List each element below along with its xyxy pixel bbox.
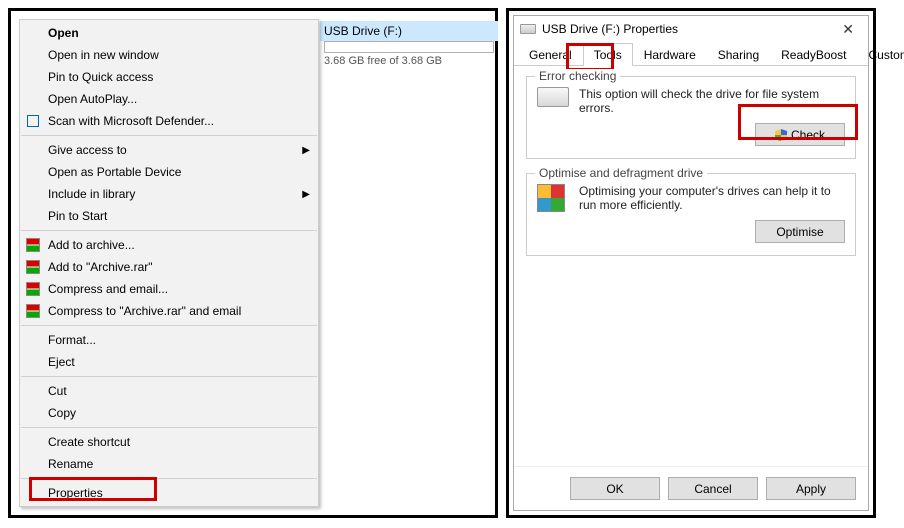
- context-menu-item-label: Rename: [48, 457, 93, 471]
- context-menu-item-label: Include in library: [48, 187, 135, 201]
- context-menu-item-label: Compress to "Archive.rar" and email: [48, 304, 241, 318]
- context-menu-item[interactable]: Format...: [20, 329, 318, 351]
- context-menu-separator: [21, 478, 317, 479]
- check-button-label: Check: [791, 128, 825, 142]
- context-menu-item[interactable]: Create shortcut: [20, 431, 318, 453]
- context-menu-item[interactable]: Give access to ▶: [20, 139, 318, 161]
- drive-icon: [520, 24, 536, 34]
- error-checking-group: Error checking This option will check th…: [526, 76, 856, 159]
- drive-capacity-bar: [324, 41, 494, 53]
- drive-label: USB Drive (F:): [324, 24, 402, 38]
- context-menu-item[interactable]: Open: [20, 22, 318, 44]
- context-menu: Open Open in new window Pin to Quick acces…: [19, 19, 319, 507]
- context-menu-item-label: Open AutoPlay...: [48, 92, 137, 106]
- chevron-right-icon: ▶: [302, 189, 310, 200]
- context-menu-separator: [21, 135, 317, 136]
- tab-general[interactable]: General: [518, 43, 583, 66]
- dialog-title: USB Drive (F:) Properties: [542, 22, 678, 36]
- winrar-icon: [25, 259, 41, 275]
- chevron-right-icon: ▶: [302, 145, 310, 156]
- properties-dialog: USB Drive (F:) Properties ✕ GeneralTools…: [513, 15, 869, 511]
- context-menu-item-label: Compress and email...: [48, 282, 168, 296]
- context-menu-item[interactable]: Rename: [20, 453, 318, 475]
- close-icon[interactable]: ✕: [834, 21, 862, 38]
- context-menu-item-label: Give access to: [48, 143, 127, 157]
- context-menu-item[interactable]: Add to "Archive.rar": [20, 256, 318, 278]
- context-menu-item-label: Scan with Microsoft Defender...: [48, 114, 214, 128]
- cancel-button[interactable]: Cancel: [668, 477, 758, 500]
- context-menu-item[interactable]: Include in library ▶: [20, 183, 318, 205]
- optimise-button[interactable]: Optimise: [755, 220, 845, 243]
- context-menu-separator: [21, 376, 317, 377]
- context-menu-item[interactable]: Pin to Quick access: [20, 66, 318, 88]
- tab-sharing[interactable]: Sharing: [707, 43, 770, 66]
- drive-glyph-icon: [537, 87, 569, 107]
- optimise-text: Optimising your computer's drives can he…: [579, 184, 845, 212]
- tab-readyboost[interactable]: ReadyBoost: [770, 43, 857, 66]
- tab-tools[interactable]: Tools: [583, 43, 633, 66]
- context-menu-item-label: Open as Portable Device: [48, 165, 181, 179]
- context-menu-item-label: Open: [48, 26, 79, 40]
- context-menu-item[interactable]: Compress to "Archive.rar" and email: [20, 300, 318, 322]
- dialog-body: Error checking This option will check th…: [514, 66, 868, 466]
- context-menu-item-label: Pin to Quick access: [48, 70, 153, 84]
- optimise-title: Optimise and defragment drive: [535, 166, 707, 180]
- winrar-icon: [25, 281, 41, 297]
- context-menu-item-label: Add to archive...: [48, 238, 135, 252]
- defender-icon: [25, 113, 41, 129]
- context-menu-separator: [21, 230, 317, 231]
- dialog-titlebar: USB Drive (F:) Properties ✕: [514, 16, 868, 42]
- context-menu-item-label: Format...: [48, 333, 96, 347]
- winrar-icon: [25, 237, 41, 253]
- context-menu-item[interactable]: Properties: [20, 482, 318, 504]
- ok-button[interactable]: OK: [570, 477, 660, 500]
- optimise-button-label: Optimise: [776, 225, 823, 239]
- tab-hardware[interactable]: Hardware: [633, 43, 707, 66]
- error-checking-title: Error checking: [535, 69, 620, 83]
- context-menu-item[interactable]: Open AutoPlay...: [20, 88, 318, 110]
- winrar-icon: [25, 303, 41, 319]
- context-menu-item[interactable]: Compress and email...: [20, 278, 318, 300]
- dialog-footer: OK Cancel Apply: [514, 466, 868, 510]
- context-menu-item-label: Properties: [48, 486, 103, 500]
- context-menu-item-label: Eject: [48, 355, 75, 369]
- drive-free-text: 3.68 GB free of 3.68 GB: [320, 53, 498, 69]
- dialog-tabs: GeneralToolsHardwareSharingReadyBoostCus…: [514, 42, 868, 66]
- context-menu-item[interactable]: Pin to Start: [20, 205, 318, 227]
- context-menu-item-label: Pin to Start: [48, 209, 107, 223]
- defrag-icon: [537, 184, 565, 212]
- context-menu-item[interactable]: Open in new window: [20, 44, 318, 66]
- context-menu-item-label: Copy: [48, 406, 76, 420]
- context-menu-separator: [21, 325, 317, 326]
- shield-icon: [775, 129, 787, 141]
- context-menu-item-label: Cut: [48, 384, 67, 398]
- check-button[interactable]: Check: [755, 123, 845, 146]
- context-menu-item[interactable]: Copy: [20, 402, 318, 424]
- context-menu-item-label: Create shortcut: [48, 435, 130, 449]
- context-menu-item[interactable]: Open as Portable Device: [20, 161, 318, 183]
- context-menu-item[interactable]: Add to archive...: [20, 234, 318, 256]
- context-menu-item[interactable]: Eject: [20, 351, 318, 373]
- apply-button[interactable]: Apply: [766, 477, 856, 500]
- context-menu-item[interactable]: Cut: [20, 380, 318, 402]
- context-menu-item[interactable]: Scan with Microsoft Defender...: [20, 110, 318, 132]
- context-menu-item-label: Add to "Archive.rar": [48, 260, 153, 274]
- explorer-panel: USB Drive (F:) 3.68 GB free of 3.68 GB O…: [8, 8, 498, 518]
- context-menu-separator: [21, 427, 317, 428]
- properties-panel: USB Drive (F:) Properties ✕ GeneralTools…: [506, 8, 876, 518]
- optimise-group: Optimise and defragment drive Optimising…: [526, 173, 856, 256]
- context-menu-item-label: Open in new window: [48, 48, 159, 62]
- drive-entry[interactable]: USB Drive (F:) 3.68 GB free of 3.68 GB: [320, 21, 498, 69]
- tab-customise[interactable]: Customise: [858, 43, 904, 66]
- error-checking-text: This option will check the drive for fil…: [579, 87, 845, 115]
